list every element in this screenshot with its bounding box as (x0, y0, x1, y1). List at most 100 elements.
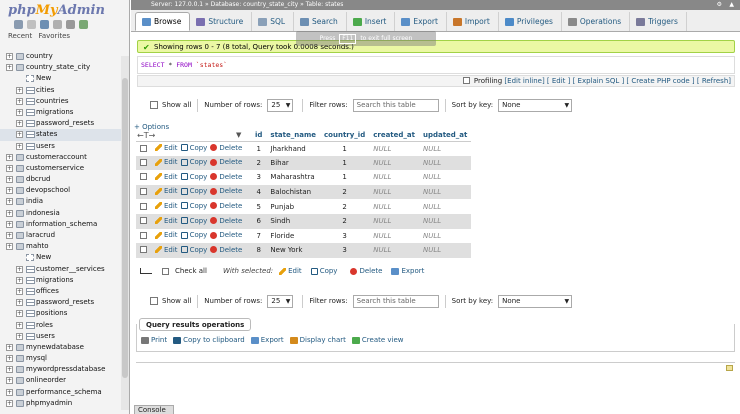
help-icon[interactable] (40, 20, 49, 29)
expand-icon[interactable]: + (16, 97, 23, 105)
cell-state-name[interactable]: Balochistan (266, 184, 321, 200)
tab-structure[interactable]: Structure (190, 12, 253, 31)
logout-icon[interactable] (27, 20, 36, 29)
row-copy-button[interactable]: Copy (180, 246, 207, 254)
expand-icon[interactable]: + (6, 388, 13, 396)
filter-rows-input[interactable]: Search this table (352, 98, 439, 112)
cell-id[interactable]: 4 (251, 184, 267, 200)
row-checkbox[interactable] (140, 158, 147, 166)
expand-icon[interactable]: + (16, 131, 23, 139)
row-edit-button[interactable]: Edit (155, 231, 178, 239)
cell-state-name[interactable]: Maharashtra (266, 170, 321, 185)
profiling-checkbox[interactable] (462, 77, 470, 84)
cell-state-name[interactable]: Punjab (266, 199, 321, 214)
sql-query-box[interactable]: SELECT * FROM `states` (137, 56, 735, 74)
qro-export-link[interactable]: Export (250, 336, 284, 344)
row-edit-button[interactable]: Edit (155, 187, 178, 195)
row-delete-button[interactable]: Delete (210, 231, 242, 239)
expand-icon[interactable]: + (6, 366, 13, 374)
tree-item-phpmyadmin[interactable]: + phpmyadmin (0, 398, 121, 409)
tab-operations[interactable]: Operations (562, 12, 631, 31)
breadcrumb-text[interactable]: Server: 127.0.0.1 » Database: country_st… (151, 1, 343, 8)
cell-updated-at[interactable]: NULL (418, 243, 472, 258)
number-of-rows-select[interactable]: 25 ▼ (267, 98, 294, 112)
tree-item-customer-services[interactable]: + customer__services (0, 264, 121, 275)
tab-sql[interactable]: SQL (252, 12, 295, 31)
cell-updated-at[interactable]: NULL (418, 170, 472, 185)
tree-item-devopschool[interactable]: + devopschool (0, 185, 121, 196)
column-header-updated-at[interactable]: updated_at (418, 130, 472, 142)
cell-country-id[interactable]: 1 (320, 155, 370, 171)
row-checkbox[interactable] (140, 144, 147, 152)
row-copy-button[interactable]: Copy (180, 158, 207, 166)
row-checkbox[interactable] (140, 202, 147, 210)
docs-icon[interactable] (53, 20, 62, 29)
collapse-arrow-icon[interactable]: ▲ (729, 0, 734, 10)
cell-updated-at[interactable]: NULL (418, 199, 472, 214)
tree-item-password-resets[interactable]: + password_resets (0, 118, 121, 129)
cell-id[interactable]: 2 (251, 155, 267, 171)
tree-item-laracrud[interactable]: + laracrud (0, 230, 121, 241)
tree-item-mahto[interactable]: + mahto (0, 241, 121, 252)
tree-item-countries[interactable]: + countries (0, 96, 121, 107)
tree-item-onlineorder[interactable]: + onlineorder (0, 375, 121, 386)
row-checkbox[interactable] (140, 173, 147, 181)
cell-updated-at[interactable]: NULL (418, 155, 472, 171)
expand-icon[interactable]: + (6, 198, 13, 206)
filter-rows-input[interactable]: Search this table (352, 294, 439, 308)
number-of-rows-select[interactable]: 25 ▼ (267, 294, 294, 308)
qro-create-view-link[interactable]: Create view (351, 336, 404, 344)
tree-item-mysql[interactable]: + mysql (0, 353, 121, 364)
cell-created-at[interactable]: NULL (369, 199, 419, 214)
expand-icon[interactable]: + (6, 187, 13, 195)
table-row[interactable]: Edit Copy Delete 3 Maharashtra 1 NULL NULL (136, 170, 472, 185)
cell-created-at[interactable]: NULL (369, 228, 419, 244)
row-copy-button[interactable]: Copy (180, 187, 207, 195)
sort-by-key-select[interactable]: None ▼ (498, 98, 573, 112)
tree-item-mywordpressdatabase[interactable]: + mywordpressdatabase (0, 364, 121, 375)
settings-gear-icon[interactable]: ⚙ (717, 0, 722, 10)
cell-created-at[interactable]: NULL (369, 141, 419, 156)
expand-icon[interactable]: + (16, 299, 23, 307)
tab-triggers[interactable]: Triggers (630, 12, 687, 31)
qro-print-link[interactable]: Print (141, 336, 167, 344)
expand-icon[interactable]: + (6, 377, 13, 385)
expand-icon[interactable]: + (16, 321, 23, 329)
tree-item-country-state-city[interactable]: + country_state_city (0, 62, 121, 73)
tree-item-users[interactable]: + users (0, 331, 121, 342)
row-checkbox[interactable] (140, 217, 147, 225)
expand-icon[interactable]: + (16, 287, 23, 295)
row-delete-button[interactable]: Delete (210, 246, 242, 254)
cell-updated-at[interactable]: NULL (418, 228, 472, 244)
phpmyadmin-logo[interactable]: phpMyAdmin (8, 3, 105, 18)
tree-item-mynewdatabase[interactable]: + mynewdatabase (0, 342, 121, 353)
settings-gear-icon[interactable] (66, 20, 75, 29)
expand-icon[interactable]: + (16, 332, 23, 340)
table-row[interactable]: Edit Copy Delete 2 Bihar 1 NULL NULL (136, 155, 472, 171)
cell-created-at[interactable]: NULL (369, 184, 419, 200)
tree-item-indonesia[interactable]: + indonesia (0, 208, 121, 219)
cell-id[interactable]: 3 (251, 170, 267, 185)
cell-country-id[interactable]: 2 (320, 184, 370, 200)
tab-insert[interactable]: Insert (347, 12, 396, 31)
row-checkbox[interactable] (140, 231, 147, 239)
row-delete-button[interactable]: Delete (210, 187, 242, 195)
cell-id[interactable]: 1 (251, 141, 267, 156)
tree-item-new[interactable]: New (0, 252, 121, 263)
cell-created-at[interactable]: NULL (369, 155, 419, 171)
row-checkbox[interactable] (140, 188, 147, 196)
sidebar-scrollbar[interactable] (121, 56, 129, 410)
cell-id[interactable]: 7 (251, 228, 267, 244)
row-copy-button[interactable]: Copy (180, 217, 207, 225)
expand-icon[interactable]: + (6, 243, 13, 251)
row-edit-button[interactable]: Edit (155, 158, 178, 166)
tree-item-migrations[interactable]: + migrations (0, 107, 121, 118)
column-header-id[interactable]: id (251, 130, 267, 142)
cell-country-id[interactable]: 2 (320, 213, 370, 229)
cell-id[interactable]: 8 (251, 243, 267, 258)
column-header-country-id[interactable]: country_id (320, 130, 370, 142)
console-toggle[interactable]: Console (134, 405, 174, 414)
cell-created-at[interactable]: NULL (369, 243, 419, 258)
tree-item-migrations[interactable]: + migrations (0, 275, 121, 286)
tree-item-dbcrud[interactable]: + dbcrud (0, 174, 121, 185)
